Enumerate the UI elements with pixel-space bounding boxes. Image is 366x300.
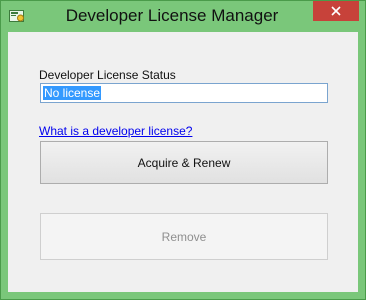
close-button[interactable]	[313, 1, 359, 21]
remove-button[interactable]: Remove	[40, 213, 328, 260]
acquire-renew-button[interactable]: Acquire & Renew	[40, 141, 328, 184]
what-is-license-link[interactable]: What is a developer license?	[39, 124, 192, 138]
license-status-value: No license	[43, 86, 102, 100]
window-title: Developer License Manager	[65, 6, 279, 25]
license-status-field[interactable]: No license	[40, 83, 328, 103]
close-icon	[331, 6, 341, 16]
license-status-label: Developer License Status	[39, 68, 176, 82]
title-bar[interactable]: Developer License Manager	[1, 1, 365, 32]
dialog-body: Developer License Status No license What…	[8, 32, 358, 292]
license-manager-window: Developer License Manager Developer Lice…	[0, 0, 366, 300]
